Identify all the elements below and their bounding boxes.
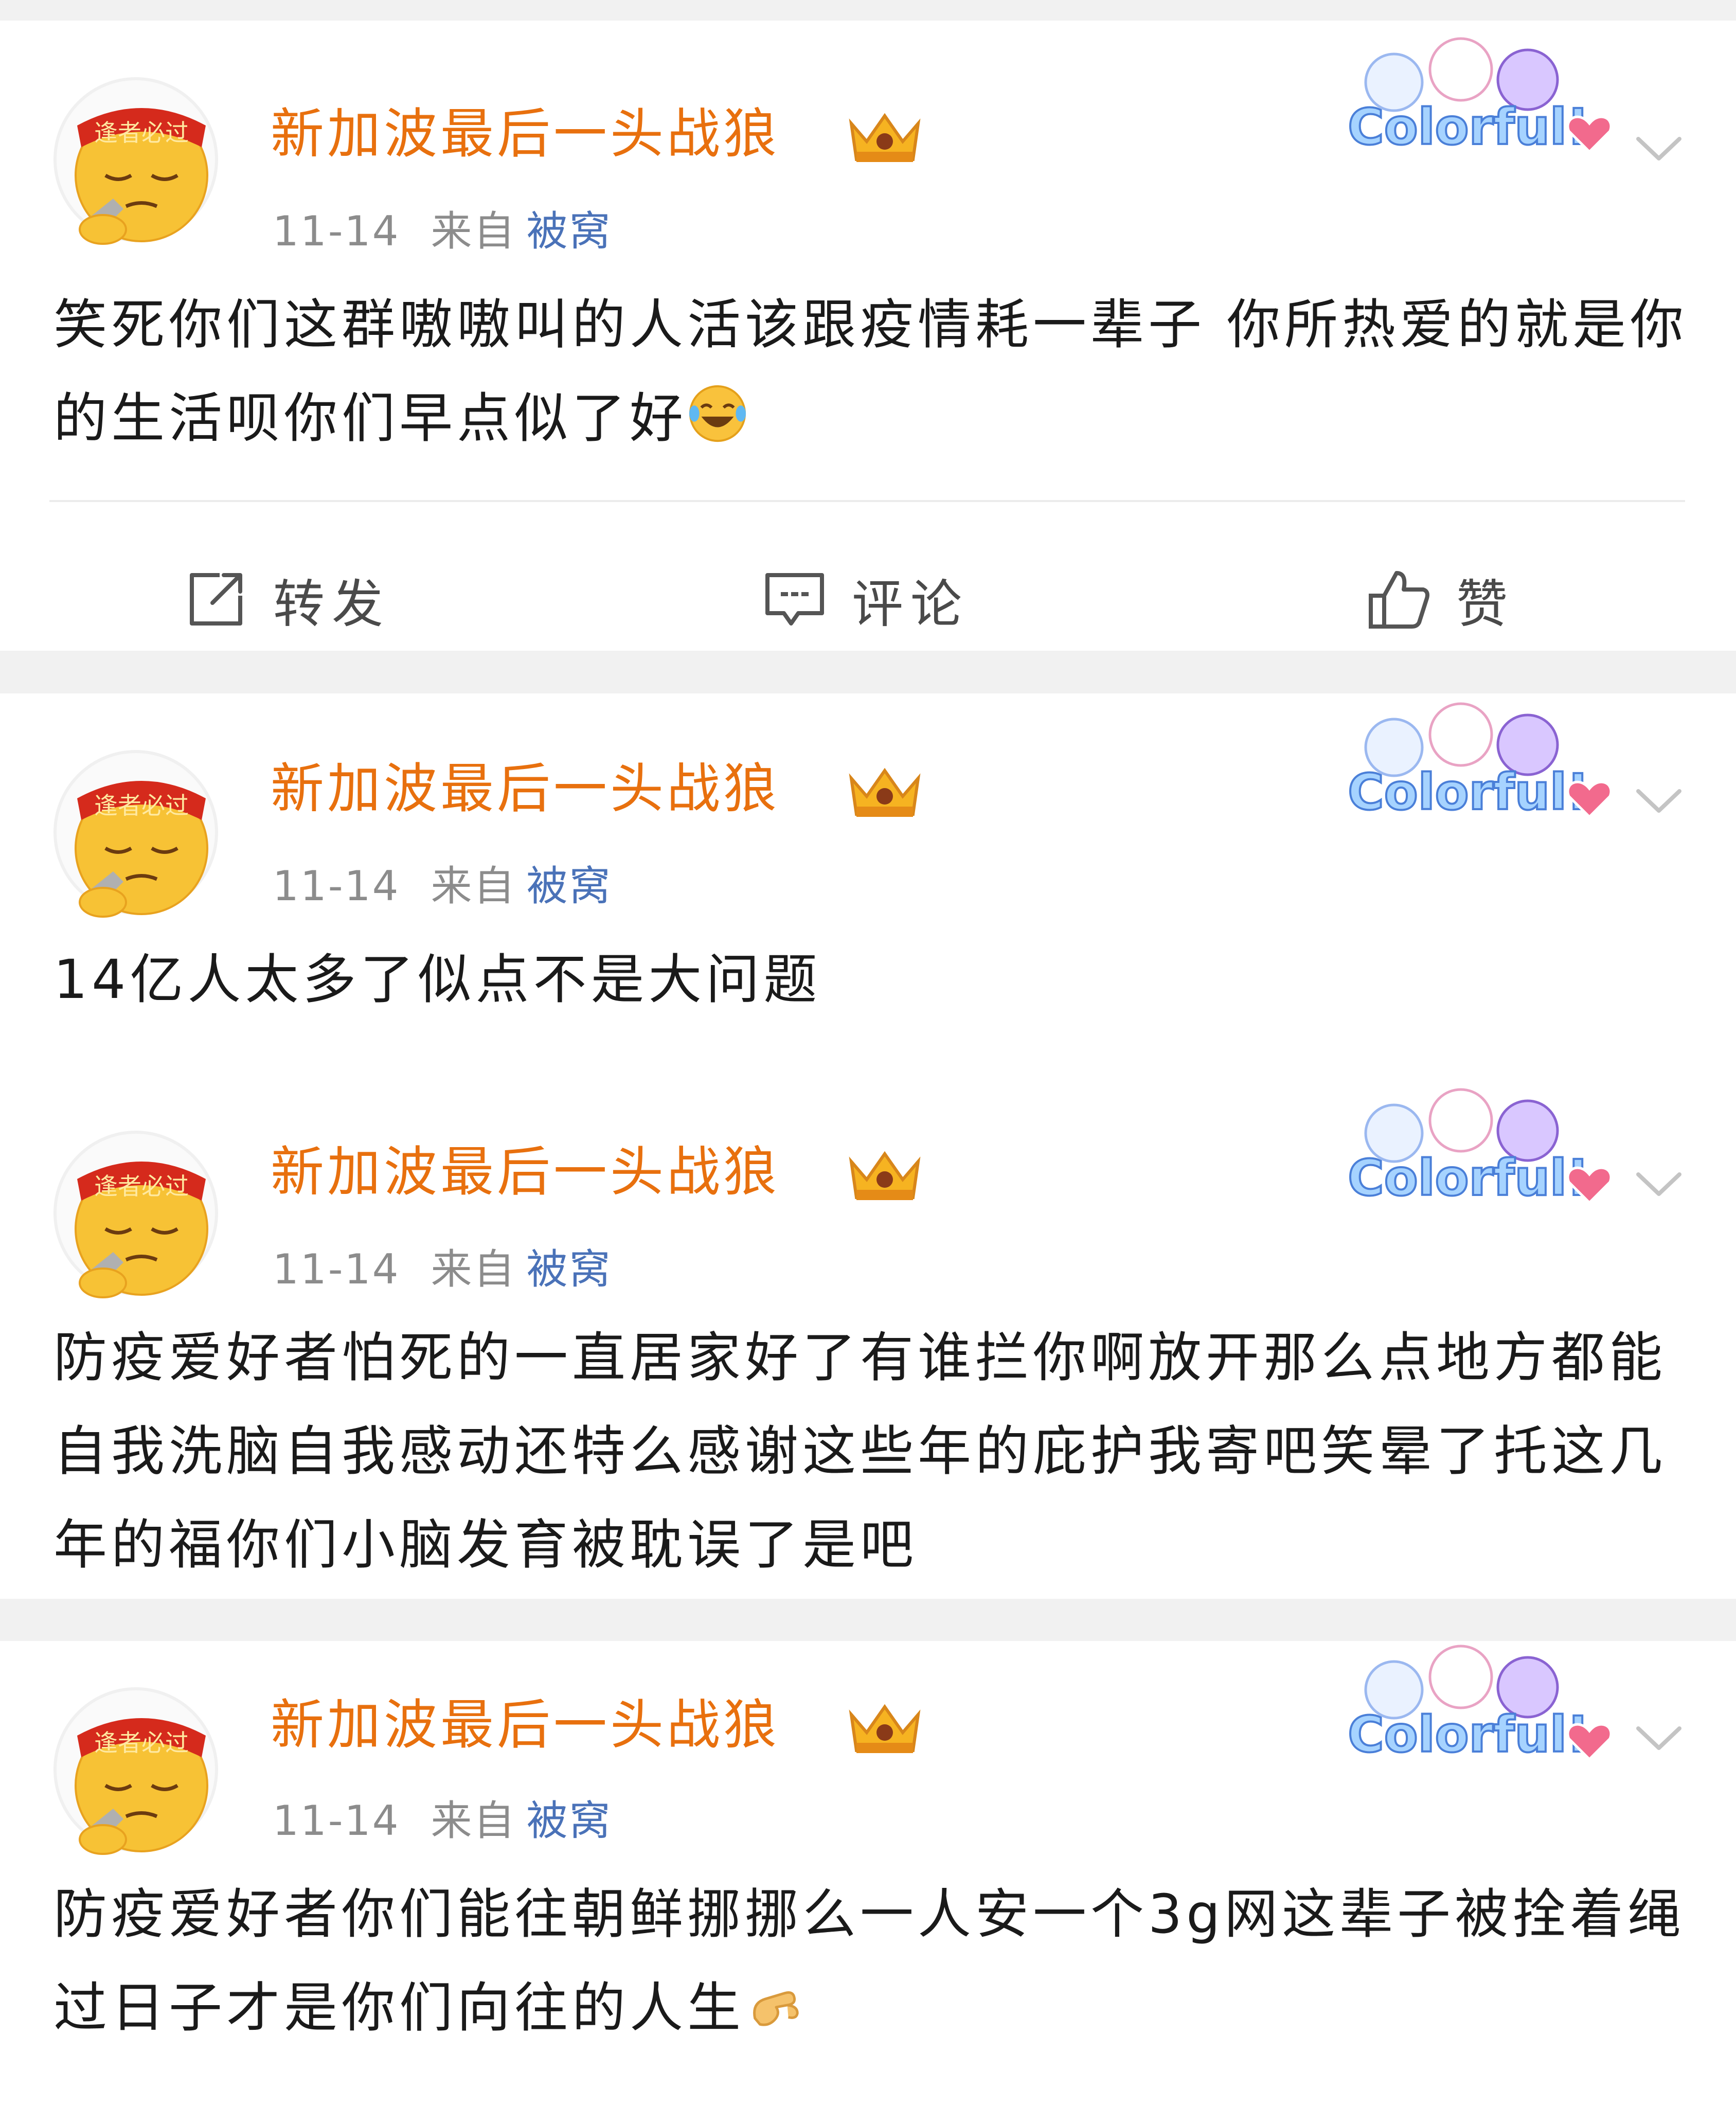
post-card-2: 逢者必过 新加波最后一头战狼 11-14 来自 被窝 Colorful! 14亿…: [0, 693, 1736, 1599]
badge-text: Colorful!: [1348, 1149, 1589, 1207]
post-text: 防疫爱好者你们能往朝鲜挪挪么一人安一个3g网这辈子被拴着绳过日子才是你们向往的人…: [53, 1883, 1686, 2039]
post-date: 11-14: [273, 207, 400, 255]
user-avatar[interactable]: 逢者必过: [53, 1131, 218, 1298]
from-label: 来自: [431, 207, 516, 255]
user-avatar[interactable]: 逢者必过: [53, 1687, 218, 1855]
colorful-badge-icon[interactable]: Colorful!: [1332, 28, 1620, 172]
colorful-badge-icon[interactable]: Colorful!: [1332, 1636, 1620, 1780]
avatar-banner-text: 逢者必过: [94, 1172, 189, 1200]
divider: [49, 500, 1685, 502]
action-bar: 转发 评论 赞: [0, 548, 1736, 651]
avatar-banner-text: 逢者必过: [94, 792, 189, 819]
post-date: 11-14: [273, 1245, 400, 1293]
post-content: 防疫爱好者你们能往朝鲜挪挪么一人安一个3g网这辈子被拴着绳过日子才是你们向往的人…: [53, 1867, 1699, 2055]
post-card-1: 逢者必过 新加波最后一头战狼 11-14 来自 被窝 Colorful! 笑死你…: [0, 21, 1736, 651]
weibo-feed: 逢者必过 新加波最后一头战狼 11-14 来自 被窝 Colorful! 笑死你…: [0, 0, 1736, 2107]
post-meta: 11-14 来自 被窝: [273, 1795, 612, 1847]
source-link[interactable]: 被窝: [526, 1797, 612, 1845]
post-card-3: 逢者必过 新加波最后一头战狼 11-14 来自 被窝 Colorful! 防疫爱…: [0, 1641, 1736, 2107]
avatar-banner-text: 逢者必过: [94, 119, 189, 147]
comment-button[interactable]: 评论: [761, 548, 969, 651]
badge-text: Colorful!: [1348, 763, 1589, 821]
post-meta: 11-14 来自 被窝: [273, 206, 612, 257]
post-content: 防疫爱好者怕死的一直居家好了有谁拦你啊放开那么点地方都能自我洗脑自我感动还特么感…: [53, 1311, 1699, 1592]
chevron-down-icon[interactable]: [1631, 1708, 1687, 1764]
laughing-tears-emoji-icon: [689, 385, 746, 442]
username[interactable]: 新加波最后一头战狼: [271, 1138, 780, 1205]
post-date: 11-14: [273, 1797, 400, 1845]
source-link[interactable]: 被窝: [526, 1245, 612, 1293]
repost-button[interactable]: 转发: [183, 548, 390, 651]
from-label: 来自: [431, 1797, 516, 1845]
share-icon: [190, 573, 242, 626]
username[interactable]: 新加波最后一头战狼: [271, 755, 780, 822]
post-text: 防疫爱好者怕死的一直居家好了有谁拦你啊放开那么点地方都能自我洗脑自我感动还特么感…: [53, 1326, 1667, 1576]
post-meta: 11-14 来自 被窝: [273, 1244, 612, 1295]
username[interactable]: 新加波最后一头战狼: [271, 100, 780, 167]
source-link[interactable]: 被窝: [526, 207, 612, 255]
badge-text: Colorful!: [1348, 1706, 1589, 1763]
vip-crown-icon: [849, 767, 921, 817]
vip-crown-icon: [849, 1704, 921, 1753]
chevron-down-icon[interactable]: [1631, 1154, 1687, 1210]
like-button[interactable]: 赞: [1366, 548, 1515, 651]
chevron-down-icon[interactable]: [1631, 118, 1687, 175]
from-label: 来自: [431, 1245, 516, 1293]
vip-crown-icon: [849, 113, 921, 162]
from-label: 来自: [431, 862, 516, 910]
post-content: 笑死你们这群嗷嗷叫的人活该跟疫情耗一辈子 你所热爱的就是你的生活呗你们早点似了好: [53, 278, 1699, 465]
source-link[interactable]: 被窝: [526, 862, 612, 910]
colorful-badge-icon[interactable]: Colorful!: [1332, 1079, 1620, 1223]
username[interactable]: 新加波最后一头战狼: [271, 1691, 780, 1758]
post-date: 11-14: [273, 862, 400, 910]
avatar-banner-text: 逢者必过: [94, 1729, 189, 1757]
post-text: 14亿人太多了似点不是大问题: [53, 948, 821, 1011]
colorful-badge-icon[interactable]: Colorful!: [1332, 693, 1620, 837]
post-content: 14亿人太多了似点不是大问题: [53, 933, 1699, 1026]
beckoning-hand-emoji-icon: [753, 1991, 799, 2026]
post-text: 笑死你们这群嗷嗷叫的人活该跟疫情耗一辈子 你所热爱的就是你的生活呗你们早点似了好: [53, 293, 1688, 450]
post-meta: 11-14 来自 被窝: [273, 861, 612, 912]
comment-label: 评论: [852, 574, 969, 634]
user-avatar[interactable]: 逢者必过: [53, 77, 218, 245]
vip-crown-icon: [849, 1151, 921, 1200]
comment-icon: [765, 573, 824, 626]
badge-text: Colorful!: [1348, 98, 1589, 156]
like-label: 赞: [1456, 574, 1515, 634]
chevron-down-icon[interactable]: [1631, 771, 1687, 827]
user-avatar[interactable]: 逢者必过: [53, 750, 218, 918]
thumbs-up-icon: [1369, 571, 1429, 629]
repost-label: 转发: [273, 574, 390, 634]
